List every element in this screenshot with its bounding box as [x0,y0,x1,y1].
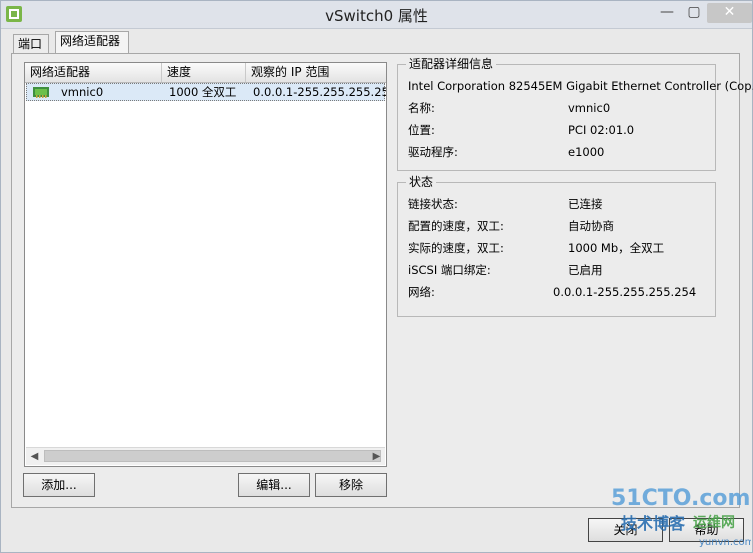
close-window-button[interactable]: ✕ [707,3,752,23]
column-header-speed[interactable]: 速度 [162,63,246,82]
table-row[interactable]: vmnic0 1000 全双工 0.0.0.1-255.255.255.254 [26,83,387,101]
add-button[interactable]: 添加... [23,473,95,497]
window-title: vSwitch0 属性 [325,7,428,25]
detail-value-driver: e1000 [568,145,605,159]
status-value-network: 0.0.0.1-255.255.255.254 [553,285,697,299]
detail-value-name: vmnic0 [568,101,611,115]
minimize-button[interactable]: — [656,3,678,23]
tab-network-adapters[interactable]: 网络适配器 [55,31,129,54]
edit-button[interactable]: 编辑... [238,473,310,497]
status-value-iscsi: 已启用 [568,263,603,277]
adapter-ip-range: 0.0.0.1-255.255.255.254 [253,85,387,99]
close-button[interactable]: 关闭 [588,518,663,542]
status-label-actual-speed: 实际的速度，双工: [408,241,504,255]
properties-window: vSwitch0 属性 — ▢ ✕ 端口 网络适配器 网络适配器 速度 观察的 … [0,0,753,553]
status-value-link: 已连接 [568,197,603,211]
remove-button[interactable]: 移除 [315,473,387,497]
network-adapter-icon [33,87,49,98]
status-label-link: 链接状态: [408,197,458,211]
detail-label-driver: 驱动程序: [408,145,458,159]
scrollbar-thumb[interactable] [44,450,381,462]
adapter-details-group: 适配器详细信息 Intel Corporation 82545EM Gigabi… [397,56,753,171]
title-bar[interactable]: vSwitch0 属性 — ▢ ✕ [1,1,752,29]
adapter-name: vmnic0 [61,85,104,99]
status-group: 状态 链接状态: 已连接 配置的速度，双工: 自动协商 实际的速度，双工: 10… [397,174,716,317]
scroll-left-icon[interactable]: ◀ [26,448,43,465]
adapter-speed: 1000 全双工 [169,85,237,99]
help-button[interactable]: 帮助 [669,518,744,542]
status-label-iscsi: iSCSI 端口绑定: [408,263,491,277]
tab-ports[interactable]: 端口 [13,34,49,53]
scroll-right-icon[interactable]: ▶ [368,448,385,465]
column-header-ip-range[interactable]: 观察的 IP 范围 [246,63,386,82]
detail-value-location: PCI 02:01.0 [568,123,635,137]
status-label-network: 网络: [408,285,435,299]
status-title: 状态 [406,174,437,190]
detail-label-name: 名称: [408,101,435,115]
status-value-configured-speed: 自动协商 [568,219,614,233]
status-label-configured-speed: 配置的速度，双工: [408,219,504,233]
list-header: 网络适配器 速度 观察的 IP 范围 [25,63,386,83]
horizontal-scrollbar[interactable]: ◀ ▶ [26,447,385,465]
adapter-details-title: 适配器详细信息 [406,56,497,72]
adapter-list[interactable]: 网络适配器 速度 观察的 IP 范围 vmnic0 1000 全双工 0.0.0… [24,62,387,467]
maximize-button[interactable]: ▢ [683,3,705,23]
adapter-model: Intel Corporation 82545EM Gigabit Ethern… [408,79,753,93]
status-value-actual-speed: 1000 Mb，全双工 [568,241,665,255]
column-header-adapter[interactable]: 网络适配器 [25,63,162,82]
detail-label-location: 位置: [408,123,435,137]
